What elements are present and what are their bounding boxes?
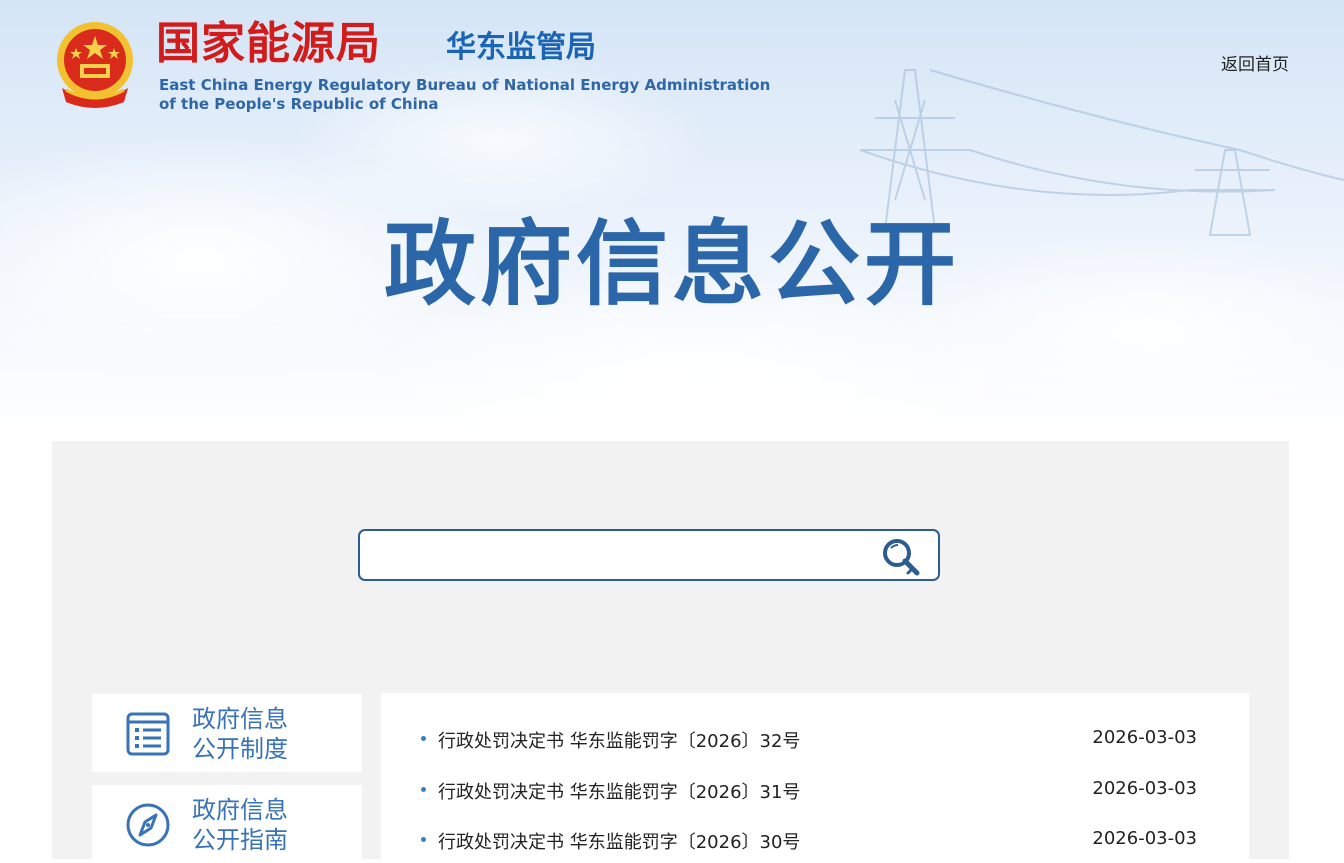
bullet-icon	[421, 736, 426, 741]
search-bar	[358, 529, 940, 581]
list-item[interactable]: 行政处罚决定书 华东监能罚字〔2026〕32号 2026-03-03	[421, 723, 1197, 753]
org-name-en-line2: of the People's Republic of China	[159, 95, 439, 113]
sidebar-item-label-line2: 公开指南	[192, 826, 288, 854]
home-link[interactable]: 返回首页	[1221, 50, 1289, 75]
page-title: 政府信息公开	[383, 211, 960, 318]
list-item-title[interactable]: 行政处罚决定书 华东监能罚字〔2026〕31号	[438, 778, 800, 804]
list-item[interactable]: 行政处罚决定书 华东监能罚字〔2026〕31号 2026-03-03	[421, 774, 1197, 804]
sidebar-item-disclosure-system[interactable]: 政府信息 公开制度	[92, 694, 362, 772]
search-icon[interactable]	[880, 537, 922, 579]
compass-icon	[126, 803, 170, 847]
sidebar-item-disclosure-guide[interactable]: 政府信息 公开指南	[92, 785, 362, 863]
list-item-date: 2026-03-03	[1092, 828, 1197, 849]
bullet-icon	[421, 837, 426, 842]
news-list: 行政处罚决定书 华东监能罚字〔2026〕32号 2026-03-03 行政处罚决…	[381, 693, 1249, 859]
sidebar-item-label: 政府信息 公开制度	[192, 704, 342, 764]
org-name-cn: 国家能源局	[156, 18, 381, 69]
national-emblem-icon	[57, 22, 133, 108]
list-item-date: 2026-03-03	[1092, 778, 1197, 799]
search-input[interactable]	[370, 537, 874, 575]
document-list-icon	[126, 712, 170, 756]
sidebar-item-label-line1: 政府信息	[192, 705, 288, 733]
bullet-icon	[421, 787, 426, 792]
content-panel: 政府信息 公开制度 政府信息 公开指南 行政处罚决定书 华东监能罚字〔2026〕…	[52, 441, 1289, 863]
list-item-date: 2026-03-03	[1092, 727, 1197, 748]
org-name-en: East China Energy Regulatory Bureau of N…	[159, 76, 770, 114]
header-banner: 国家能源局 华东监管局 East China Energy Regulatory…	[0, 0, 1344, 441]
list-item[interactable]: 行政处罚决定书 华东监能罚字〔2026〕30号 2026-03-03	[421, 824, 1197, 854]
sidebar-item-label-line1: 政府信息	[192, 796, 288, 824]
sidebar-item-label: 政府信息 公开指南	[192, 795, 342, 855]
org-sub-name-cn: 华东监管局	[446, 30, 596, 65]
sidebar-item-label-line2: 公开制度	[192, 735, 288, 763]
list-item-title[interactable]: 行政处罚决定书 华东监能罚字〔2026〕32号	[438, 727, 800, 753]
list-item-title[interactable]: 行政处罚决定书 华东监能罚字〔2026〕30号	[438, 828, 800, 854]
org-name-en-line1: East China Energy Regulatory Bureau of N…	[159, 76, 771, 94]
